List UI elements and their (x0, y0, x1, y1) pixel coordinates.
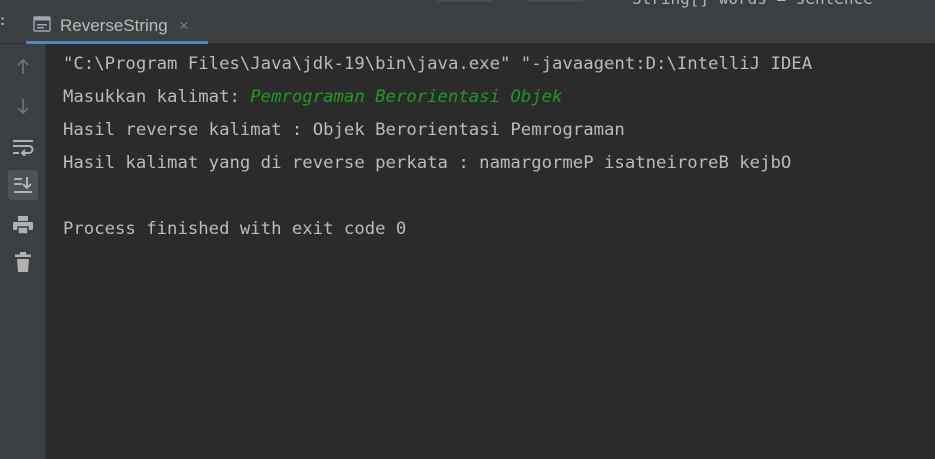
divider (438, 0, 493, 2)
output-reverse-sentence: Hasil reverse kalimat : Objek Berorienta… (63, 120, 625, 140)
run-tab-bar: String[] words = sentence : ReverseStrin… (0, 0, 935, 44)
scroll-to-end-icon[interactable] (8, 170, 38, 200)
command-line: "C:\Program Files\Java\jdk-19\bin\java.e… (63, 54, 813, 74)
trash-icon[interactable] (8, 247, 38, 277)
close-icon[interactable]: × (179, 16, 189, 36)
prompt-label: Masukkan kalimat: (63, 87, 251, 107)
print-icon[interactable] (8, 210, 38, 240)
process-exit-message: Process finished with exit code 0 (63, 219, 407, 239)
soft-wrap-icon[interactable] (8, 132, 38, 162)
output-reverse-words: Hasil kalimat yang di reverse perkata : … (63, 153, 792, 173)
console-output[interactable]: "C:\Program Files\Java\jdk-19\bin\java.e… (46, 44, 935, 459)
run-tool-window: String[] words = sentence : ReverseStrin… (0, 0, 935, 459)
arrow-up-icon[interactable] (8, 52, 38, 82)
user-input-text: Pemrograman Berorientasi Objek (250, 87, 563, 107)
tab-bar-handle: : (0, 12, 5, 29)
editor-cutoff-text: String[] words = sentence (632, 0, 873, 8)
tab-label: ReverseString (60, 16, 168, 35)
divider (528, 0, 583, 2)
arrow-down-icon[interactable] (8, 91, 38, 121)
console-icon (33, 16, 51, 32)
prompt-line: Masukkan kalimat: Pemrograman Berorienta… (63, 85, 562, 109)
console-toolbar (0, 44, 46, 459)
tab-reverse-string[interactable]: ReverseString × (26, 8, 208, 44)
